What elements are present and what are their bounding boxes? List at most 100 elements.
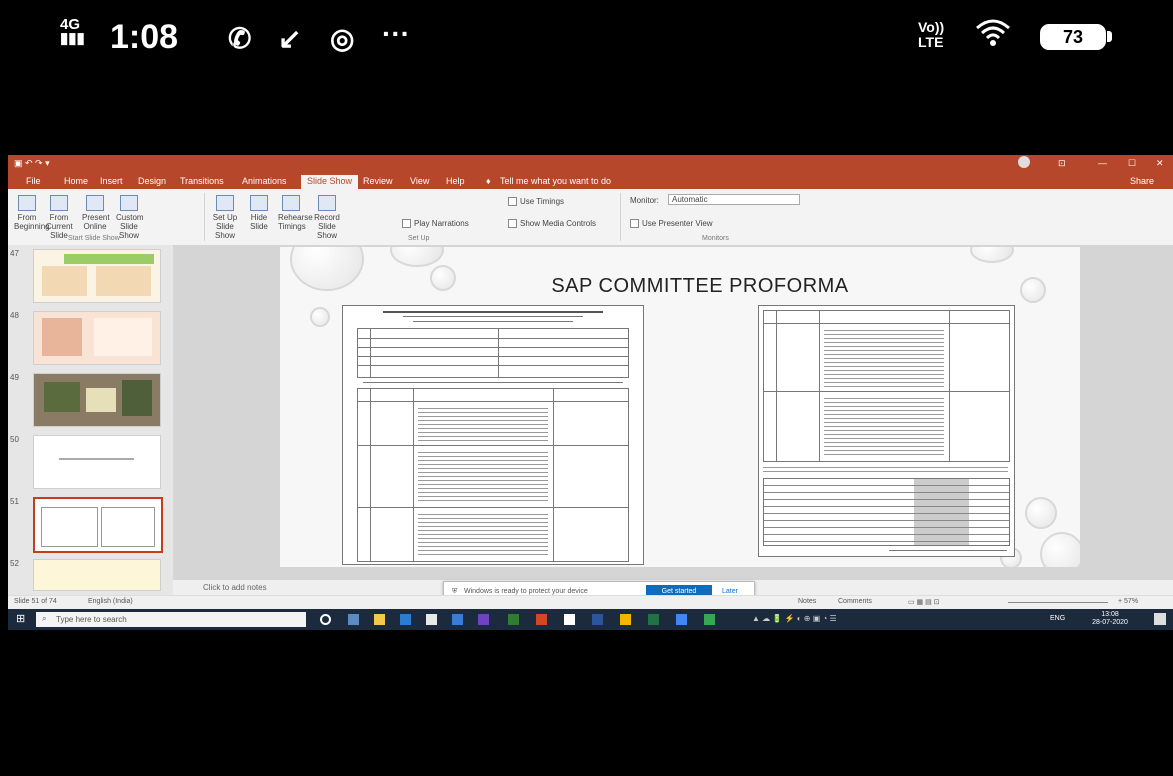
tab-animations[interactable]: Animations [242, 176, 287, 186]
windows-start-icon[interactable]: ⊞ [16, 614, 28, 626]
app-icon[interactable] [478, 614, 489, 625]
app-icon[interactable] [676, 614, 687, 625]
notes-toggle[interactable]: Notes [798, 598, 816, 605]
from-beginning-button[interactable]: From Beginning [14, 193, 50, 231]
table-rule [358, 365, 628, 366]
chrome-icon: ◎ [330, 23, 355, 54]
thumb-block [96, 266, 151, 296]
slide-thumbnail-selected[interactable] [33, 497, 163, 553]
rehearse-timings-button[interactable]: Rehearse Timings [278, 193, 313, 231]
whatsapp-icon: ✆ [228, 23, 252, 54]
record-label: Record Slide Show [314, 213, 340, 240]
powerpoint-taskbar-icon[interactable] [536, 614, 547, 625]
table-rule [370, 389, 371, 561]
app-icon[interactable] [564, 614, 575, 625]
record-slide-show-button[interactable]: Record Slide Show [314, 193, 340, 240]
bubble-decoration [430, 265, 456, 291]
slide-thumbnail[interactable] [33, 311, 161, 365]
slide-number: 52 [10, 559, 19, 568]
language-indicator[interactable]: English (India) [88, 598, 133, 605]
table-text-block [824, 327, 944, 387]
thumb-header [64, 254, 154, 264]
thumb-photo [44, 382, 80, 412]
comments-toggle[interactable]: Comments [838, 598, 872, 605]
hide-slide-button[interactable]: Hide Slide [246, 193, 272, 231]
tab-design[interactable]: Design [138, 176, 166, 186]
play-narrations-checkbox[interactable]: Play Narrations [402, 219, 469, 228]
signal-indicator: 4G ▮▮▮ [60, 17, 85, 46]
thumb-photo [86, 388, 116, 412]
present-online-icon [86, 195, 104, 211]
thumb-block [94, 318, 152, 356]
slide-number: 49 [10, 373, 19, 382]
group-monitors: Monitors [702, 235, 729, 242]
ribbon-separator [204, 193, 205, 241]
doc-subheading-line [363, 382, 623, 383]
slide-title: SAP COMMITTEE PROFORMA [551, 275, 849, 297]
custom-show-label: Custom Slide Show [116, 213, 144, 240]
ribbon-display-icon[interactable]: ⊡ [1058, 158, 1066, 169]
notification-center-icon[interactable] [1154, 613, 1166, 625]
monitor-select[interactable]: Automatic [668, 194, 800, 205]
search-placeholder: Type here to search [56, 615, 127, 624]
show-media-controls-checkbox[interactable]: Show Media Controls [508, 219, 596, 228]
maximize-icon[interactable]: ☐ [1128, 158, 1136, 169]
quick-access-toolbar[interactable]: ▣ ↶ ↷ ▾ [14, 158, 50, 169]
task-view-icon[interactable] [348, 614, 359, 625]
thumb-block [42, 318, 82, 356]
set-up-slide-show-button[interactable]: Set Up Slide Show [212, 193, 238, 240]
play-current-icon [50, 195, 68, 211]
tab-view[interactable]: View [410, 176, 429, 186]
tab-help[interactable]: Help [446, 176, 465, 186]
table-rule [358, 445, 628, 446]
doc-main-table [357, 388, 629, 562]
tab-home[interactable]: Home [64, 176, 88, 186]
custom-slide-show-button[interactable]: Custom Slide Show [116, 193, 144, 240]
later-button[interactable]: Later [722, 588, 738, 595]
from-current-slide-button[interactable]: From Current Slide [46, 193, 73, 240]
slide-thumbnail[interactable] [33, 249, 161, 303]
slide-thumbnail[interactable] [33, 559, 161, 591]
share-button[interactable]: Share [1130, 176, 1154, 186]
rehearse-icon [282, 195, 300, 211]
tell-me-box[interactable]: Tell me what you want to do [500, 176, 611, 186]
file-explorer-icon[interactable] [374, 614, 385, 625]
user-avatar[interactable] [1018, 156, 1030, 168]
tab-slide-show[interactable]: Slide Show [301, 175, 359, 189]
word-icon[interactable] [592, 614, 603, 625]
doc-heading-line [413, 321, 573, 322]
store-icon[interactable] [426, 614, 437, 625]
use-timings-checkbox[interactable]: Use Timings [508, 197, 564, 206]
close-icon[interactable]: ✕ [1156, 158, 1164, 169]
battery-icon: 73 [1040, 24, 1106, 50]
cortana-icon[interactable] [320, 614, 331, 625]
chrome-taskbar-icon[interactable] [620, 614, 631, 625]
tab-review[interactable]: Review [363, 176, 393, 186]
search-icon: ⌕ [42, 614, 47, 623]
present-online-button[interactable]: Present Online [82, 193, 110, 231]
volte-line1: Vo)) [918, 19, 945, 35]
slide-thumbnail[interactable] [33, 373, 161, 427]
mail-icon[interactable] [452, 614, 463, 625]
app-icon[interactable] [508, 614, 519, 625]
slide-thumbnail[interactable] [33, 435, 161, 489]
tab-file[interactable]: File [26, 176, 41, 186]
use-presenter-view-checkbox[interactable]: Use Presenter View [630, 219, 713, 228]
minimize-icon[interactable]: — [1098, 158, 1107, 168]
taskbar-search-box[interactable]: ⌕ Type here to search [36, 612, 306, 627]
taskbar-clock[interactable]: 13:08 28-07-2020 [1080, 611, 1140, 627]
excel-icon[interactable] [648, 614, 659, 625]
ribbon-separator [620, 193, 621, 241]
zoom-level[interactable]: + 57% [1118, 598, 1138, 605]
app-icon[interactable] [704, 614, 715, 625]
tab-transitions[interactable]: Transitions [180, 176, 224, 186]
tab-insert[interactable]: Insert [100, 176, 123, 186]
system-tray[interactable]: ▲ ☁ 🔋 ⚡ ◐ ⊕ ▣ ◔ ☰ [752, 614, 1022, 626]
edge-icon[interactable] [400, 614, 411, 625]
bubble-decoration [310, 307, 330, 327]
input-language[interactable]: ENG [1050, 615, 1065, 622]
table-text-block [418, 449, 548, 503]
view-buttons[interactable]: ▭ ▦ ▤ ⊡ [908, 598, 998, 606]
setup-icon [216, 195, 234, 211]
zoom-slider[interactable] [1008, 602, 1108, 603]
